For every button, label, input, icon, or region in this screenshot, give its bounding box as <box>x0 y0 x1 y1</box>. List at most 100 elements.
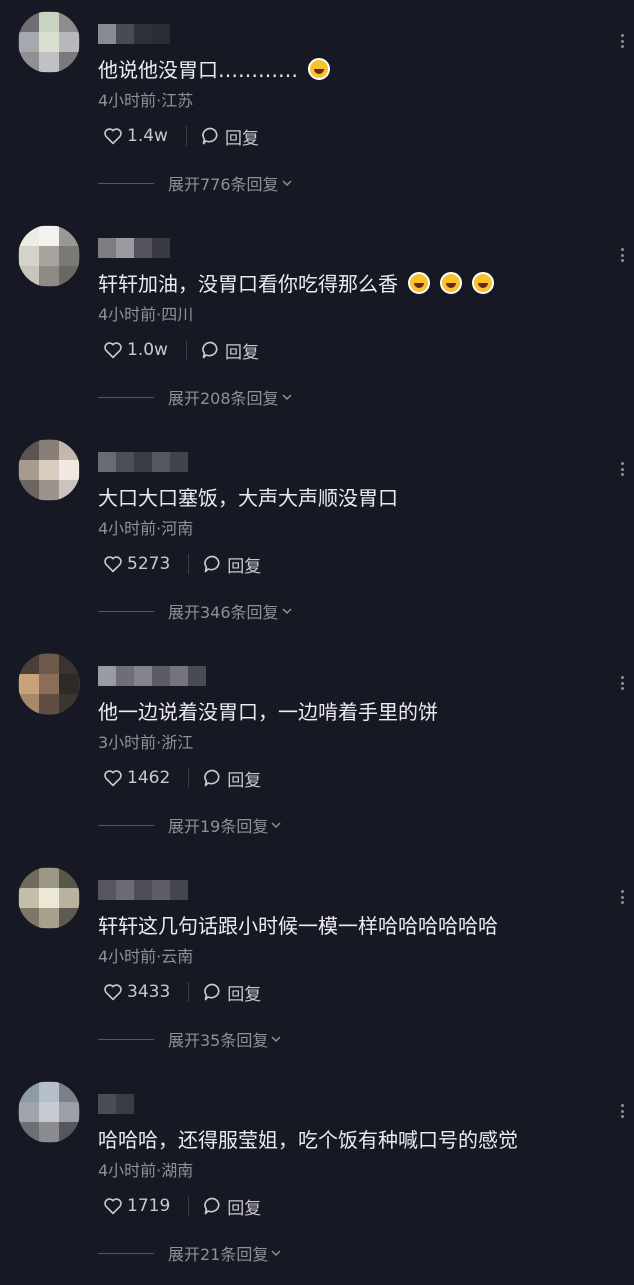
comment-meta: 3小时前·浙江 <box>98 733 194 752</box>
comment-item: 轩轩加油，没胃口看你吃得那么香 4小时前·四川 1.0w 回复 展开208条回复 <box>0 214 634 428</box>
expand-divider <box>98 182 154 184</box>
comment-item: 哈哈哈，还得服莹姐，吃个饭有种喊口号的感觉 4小时前·湖南 1719 回复 展开… <box>0 1070 634 1284</box>
expand-replies-button[interactable]: 展开35条回复 <box>98 1028 282 1050</box>
comment-item: 他说他没胃口………… 4小时前·江苏 1.4w 回复 展开776条回复 <box>0 0 634 214</box>
laughing-emoji-icon <box>408 272 430 294</box>
heart-icon[interactable] <box>103 555 123 573</box>
chevron-down-icon <box>282 394 292 401</box>
username-blurred[interactable] <box>98 238 170 258</box>
reply-button[interactable]: 回复 <box>225 338 259 363</box>
username-blurred[interactable] <box>98 24 170 44</box>
divider <box>185 340 187 360</box>
expand-label: 展开19条回复 <box>168 817 269 836</box>
comment-meta: 4小时前·湖南 <box>98 1161 194 1180</box>
reply-icon[interactable] <box>203 1196 223 1216</box>
laughing-emoji-icon <box>472 272 494 294</box>
heart-icon[interactable] <box>103 769 123 787</box>
more-options-icon[interactable] <box>620 34 624 48</box>
comment-actions: 1.0w 回复 <box>103 338 259 363</box>
avatar[interactable] <box>18 225 80 287</box>
comment-meta: 4小时前·云南 <box>98 947 194 966</box>
comment-text: 他说他没胃口………… <box>98 56 330 84</box>
comment-item: 他一边说着没胃口，一边啃着手里的饼 3小时前·浙江 1462 回复 展开19条回… <box>0 642 634 856</box>
expand-replies-button[interactable]: 展开776条回复 <box>98 172 293 194</box>
more-options-icon[interactable] <box>620 1104 624 1118</box>
username-blurred[interactable] <box>98 666 206 686</box>
heart-icon[interactable] <box>103 127 123 145</box>
chevron-down-icon <box>282 608 292 615</box>
divider <box>188 1196 190 1216</box>
chevron-down-icon <box>271 1250 281 1257</box>
like-count[interactable]: 1.4w <box>127 126 168 146</box>
comment-text: 哈哈哈，还得服莹姐，吃个饭有种喊口号的感觉 <box>98 1128 518 1152</box>
expand-divider <box>98 1038 154 1040</box>
comment-actions: 1719 回复 <box>103 1194 261 1219</box>
reply-button[interactable]: 回复 <box>227 980 261 1005</box>
expand-replies-button[interactable]: 展开19条回复 <box>98 814 282 836</box>
reply-button[interactable]: 回复 <box>227 1194 261 1219</box>
comment-actions: 1462 回复 <box>103 766 261 791</box>
comment-item: 大口大口塞饭，大声大声顺没胃口 4小时前·河南 5273 回复 展开346条回复 <box>0 428 634 642</box>
like-count[interactable]: 1.0w <box>127 340 168 360</box>
expand-divider <box>98 1252 154 1254</box>
comment-item: 轩轩这几句话跟小时候一模一样哈哈哈哈哈哈 4小时前·云南 3433 回复 展开3… <box>0 856 634 1070</box>
expand-divider <box>98 824 154 826</box>
expand-replies-button[interactable]: 展开208条回复 <box>98 386 293 408</box>
reply-button[interactable]: 回复 <box>225 124 259 149</box>
chevron-down-icon <box>271 1036 281 1043</box>
avatar[interactable] <box>18 653 80 715</box>
divider <box>188 982 190 1002</box>
heart-icon[interactable] <box>103 1197 123 1215</box>
divider <box>188 554 190 574</box>
comment-meta: 4小时前·河南 <box>98 519 194 538</box>
reply-button[interactable]: 回复 <box>227 552 261 577</box>
comment-actions: 1.4w 回复 <box>103 124 259 149</box>
reply-icon[interactable] <box>203 982 223 1002</box>
chevron-down-icon <box>271 822 281 829</box>
comment-actions: 5273 回复 <box>103 552 261 577</box>
laughing-emoji-icon <box>308 58 330 80</box>
heart-icon[interactable] <box>103 983 123 1001</box>
username-blurred[interactable] <box>98 452 188 472</box>
avatar[interactable] <box>18 867 80 929</box>
reply-button[interactable]: 回复 <box>227 766 261 791</box>
like-count[interactable]: 3433 <box>127 982 170 1002</box>
laughing-emoji-icon <box>440 272 462 294</box>
expand-replies-button[interactable]: 展开346条回复 <box>98 600 293 622</box>
comment-text: 大口大口塞饭，大声大声顺没胃口 <box>98 486 398 510</box>
expand-label: 展开208条回复 <box>168 389 279 408</box>
expand-divider <box>98 396 154 398</box>
username-blurred[interactable] <box>98 880 188 900</box>
comment-meta: 4小时前·江苏 <box>98 91 194 110</box>
expand-label: 展开776条回复 <box>168 175 279 194</box>
avatar[interactable] <box>18 439 80 501</box>
like-count[interactable]: 1719 <box>127 1196 170 1216</box>
more-options-icon[interactable] <box>620 890 624 904</box>
comment-text: 他一边说着没胃口，一边啃着手里的饼 <box>98 700 438 724</box>
expand-replies-button[interactable]: 展开21条回复 <box>98 1242 282 1264</box>
avatar[interactable] <box>18 1081 80 1143</box>
like-count[interactable]: 1462 <box>127 768 170 788</box>
expand-label: 展开21条回复 <box>168 1245 269 1264</box>
divider <box>185 126 187 146</box>
expand-divider <box>98 610 154 612</box>
expand-label: 展开35条回复 <box>168 1031 269 1050</box>
like-count[interactable]: 5273 <box>127 554 170 574</box>
comment-text: 轩轩这几句话跟小时候一模一样哈哈哈哈哈哈 <box>98 914 498 938</box>
reply-icon[interactable] <box>203 768 223 788</box>
chevron-down-icon <box>282 180 292 187</box>
reply-icon[interactable] <box>201 126 221 146</box>
comment-meta: 4小时前·四川 <box>98 305 194 324</box>
divider <box>188 768 190 788</box>
avatar[interactable] <box>18 11 80 73</box>
more-options-icon[interactable] <box>620 676 624 690</box>
more-options-icon[interactable] <box>620 248 624 262</box>
comment-text: 轩轩加油，没胃口看你吃得那么香 <box>98 270 494 298</box>
reply-icon[interactable] <box>203 554 223 574</box>
more-options-icon[interactable] <box>620 462 624 476</box>
expand-label: 展开346条回复 <box>168 603 279 622</box>
username-blurred[interactable] <box>98 1094 134 1114</box>
comment-actions: 3433 回复 <box>103 980 261 1005</box>
reply-icon[interactable] <box>201 340 221 360</box>
heart-icon[interactable] <box>103 341 123 359</box>
